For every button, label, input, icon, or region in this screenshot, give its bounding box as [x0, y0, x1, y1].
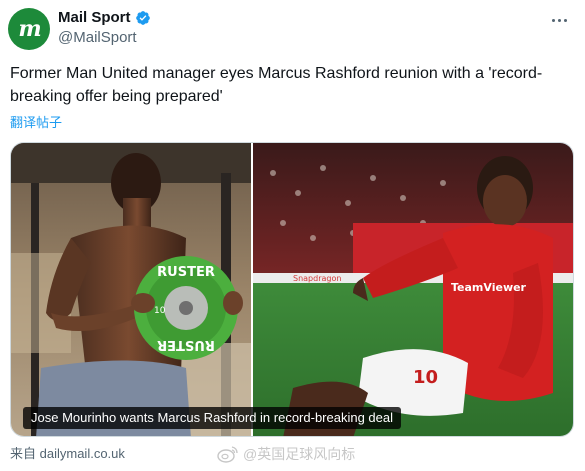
avatar-logo: m: [18, 16, 41, 42]
right-image: Snapdragon TeamViewer 10: [253, 143, 573, 436]
card-caption: Jose Mourinho wants Marcus Rashford in r…: [23, 407, 402, 429]
verified-badge-icon: [135, 10, 150, 25]
avatar[interactable]: m: [8, 8, 50, 50]
tweet-header: m Mail Sport @MailSport: [8, 8, 577, 52]
watermark-text: @英国足球风向标: [243, 446, 356, 462]
plate-text-bottom: RUSTER: [157, 337, 215, 352]
card-source[interactable]: 来自 dailymail.co.uk: [10, 443, 125, 462]
shorts-number: 10: [413, 367, 438, 388]
source-prefix: 来自: [10, 446, 37, 461]
watermark: @英国足球风向标: [217, 444, 355, 464]
plate-weight: 10: [154, 306, 166, 316]
source-domain[interactable]: dailymail.co.uk: [40, 446, 125, 461]
translate-post-link[interactable]: 翻译帖子: [10, 112, 62, 131]
weibo-icon: [217, 446, 238, 463]
ad-board-text: Snapdragon: [293, 274, 341, 283]
author-display-name[interactable]: Mail Sport: [58, 9, 151, 26]
left-image: RUSTER RUSTER 10: [11, 143, 251, 436]
more-options-icon[interactable]: [547, 10, 571, 30]
author-handle[interactable]: @MailSport: [58, 29, 151, 46]
shirt-sponsor: TeamViewer: [451, 281, 527, 294]
plate-text-top: RUSTER: [157, 265, 215, 280]
display-name-text: Mail Sport: [58, 9, 131, 26]
author-names: Mail Sport @MailSport: [58, 9, 151, 46]
link-card[interactable]: RUSTER RUSTER 10 Snapdragon TeamViewer 1…: [10, 142, 574, 437]
tweet-text: Former Man United manager eyes Marcus Ra…: [10, 65, 543, 105]
